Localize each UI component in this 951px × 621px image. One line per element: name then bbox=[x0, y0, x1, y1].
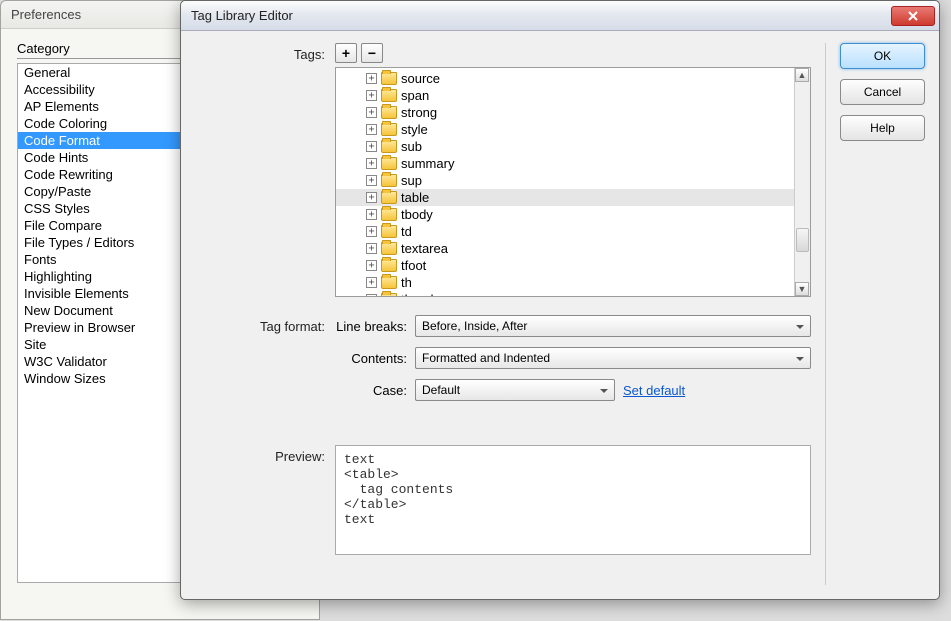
scroll-up-arrow-icon[interactable]: ▲ bbox=[795, 68, 809, 82]
tag-tree-node[interactable]: + style bbox=[336, 121, 794, 138]
folder-icon bbox=[381, 72, 397, 85]
tag-tree-label: th bbox=[401, 275, 412, 290]
expand-icon[interactable]: + bbox=[366, 192, 377, 203]
tag-tree-node[interactable]: + td bbox=[336, 223, 794, 240]
expand-icon[interactable]: + bbox=[366, 260, 377, 271]
tag-tree-label: strong bbox=[401, 105, 437, 120]
tag-tree-label: span bbox=[401, 88, 429, 103]
folder-icon bbox=[381, 242, 397, 255]
tags-label: Tags: bbox=[195, 43, 335, 297]
tag-tree-inner: + source + span + strong + style + sub + summary + su… bbox=[336, 68, 794, 296]
tag-tree-label: tbody bbox=[401, 207, 433, 222]
set-default-link[interactable]: Set default bbox=[623, 383, 685, 398]
tag-tree-scrollbar[interactable]: ▲ ▼ bbox=[794, 68, 810, 296]
tag-tree-node[interactable]: + textarea bbox=[336, 240, 794, 257]
folder-icon bbox=[381, 174, 397, 187]
tag-tree-node[interactable]: + sub bbox=[336, 138, 794, 155]
tags-row: Tags: + − +source+span+strong+style+sub+… bbox=[195, 43, 811, 297]
tag-tree-label: tfoot bbox=[401, 258, 426, 273]
case-row: Case: Default Set default bbox=[335, 379, 811, 401]
tag-tree-label: thead bbox=[401, 292, 434, 296]
dialog-titlebar[interactable]: Tag Library Editor bbox=[181, 1, 939, 31]
expand-icon[interactable]: + bbox=[366, 294, 377, 296]
folder-icon bbox=[381, 191, 397, 204]
expand-icon[interactable]: + bbox=[366, 158, 377, 169]
expand-icon[interactable]: + bbox=[366, 209, 377, 220]
folder-icon bbox=[381, 106, 397, 119]
tag-tree-node[interactable]: + span bbox=[336, 87, 794, 104]
tag-format-body: Line breaks: Before, Inside, After Conte… bbox=[335, 315, 811, 411]
folder-icon bbox=[381, 225, 397, 238]
tag-format-row: Tag format: Line breaks: Before, Inside,… bbox=[195, 315, 811, 411]
preview-body: text <table> tag contents </table> text bbox=[335, 445, 811, 555]
expand-icon[interactable]: + bbox=[366, 141, 377, 152]
folder-icon bbox=[381, 293, 397, 296]
expand-icon[interactable]: + bbox=[366, 226, 377, 237]
tag-tree-label: textarea bbox=[401, 241, 448, 256]
close-button[interactable] bbox=[891, 6, 935, 26]
tag-tree-node[interactable]: + source bbox=[336, 70, 794, 87]
line-breaks-select[interactable]: Before, Inside, After bbox=[415, 315, 811, 337]
expand-icon[interactable]: + bbox=[366, 124, 377, 135]
contents-row: Contents: Formatted and Indented bbox=[335, 347, 811, 369]
help-button[interactable]: Help bbox=[840, 115, 925, 141]
contents-select[interactable]: Formatted and Indented bbox=[415, 347, 811, 369]
expand-icon[interactable]: + bbox=[366, 243, 377, 254]
expand-icon[interactable]: + bbox=[366, 90, 377, 101]
expand-icon[interactable]: + bbox=[366, 175, 377, 186]
case-label: Case: bbox=[335, 383, 415, 398]
tag-library-editor-dialog: Tag Library Editor Tags: + − + source + spa… bbox=[180, 0, 940, 600]
tag-tree-node[interactable]: + th bbox=[336, 274, 794, 291]
tag-tree-node[interactable]: + table bbox=[336, 189, 794, 206]
tag-tree-node[interactable]: + tbody bbox=[336, 206, 794, 223]
case-select[interactable]: Default bbox=[415, 379, 615, 401]
dialog-buttons: OK Cancel Help bbox=[825, 43, 925, 585]
remove-tag-button[interactable]: − bbox=[361, 43, 383, 63]
close-icon bbox=[908, 11, 918, 21]
tag-tree-node[interactable]: + strong bbox=[336, 104, 794, 121]
ok-button[interactable]: OK bbox=[840, 43, 925, 69]
tag-tree-label: sup bbox=[401, 173, 422, 188]
tag-tree-node[interactable]: + thead bbox=[336, 291, 794, 296]
form-column: Tags: + − +source+span+strong+style+sub+… bbox=[195, 43, 811, 585]
scroll-down-arrow-icon[interactable]: ▼ bbox=[795, 282, 809, 296]
tags-body: + − + source + span + strong + style + sub + summar… bbox=[335, 43, 811, 297]
folder-icon bbox=[381, 157, 397, 170]
tag-add-remove-buttons: + − bbox=[335, 43, 811, 63]
folder-icon bbox=[381, 140, 397, 153]
tag-tree[interactable]: + source + span + strong + style + sub + summary + su… bbox=[335, 67, 811, 297]
folder-icon bbox=[381, 208, 397, 221]
tag-tree-node[interactable]: + sup bbox=[336, 172, 794, 189]
expand-icon[interactable]: + bbox=[366, 107, 377, 118]
dialog-body: Tags: + − +source+span+strong+style+sub+… bbox=[181, 31, 939, 599]
folder-icon bbox=[381, 123, 397, 136]
preview-box: text <table> tag contents </table> text bbox=[335, 445, 811, 555]
tag-tree-label: style bbox=[401, 122, 428, 137]
preview-row: Preview: text <table> tag contents </tab… bbox=[195, 445, 811, 555]
tag-tree-node[interactable]: + summary bbox=[336, 155, 794, 172]
expand-icon[interactable]: + bbox=[366, 73, 377, 84]
tag-tree-label: source bbox=[401, 71, 440, 86]
tag-tree-label: td bbox=[401, 224, 412, 239]
tag-tree-label: sub bbox=[401, 139, 422, 154]
tag-tree-label: table bbox=[401, 190, 429, 205]
expand-icon[interactable]: + bbox=[366, 277, 377, 288]
folder-icon bbox=[381, 276, 397, 289]
tag-tree-node[interactable]: + tfoot bbox=[336, 257, 794, 274]
contents-label: Contents: bbox=[335, 351, 415, 366]
cancel-button[interactable]: Cancel bbox=[840, 79, 925, 105]
line-breaks-label: Line breaks: bbox=[335, 319, 415, 334]
dialog-title: Tag Library Editor bbox=[191, 8, 891, 23]
add-tag-button[interactable]: + bbox=[335, 43, 357, 63]
folder-icon bbox=[381, 259, 397, 272]
tag-tree-label: summary bbox=[401, 156, 454, 171]
preview-label: Preview: bbox=[195, 445, 335, 555]
tag-format-label: Tag format: bbox=[195, 315, 335, 411]
folder-icon bbox=[381, 89, 397, 102]
line-breaks-row: Line breaks: Before, Inside, After bbox=[335, 315, 811, 337]
scroll-thumb[interactable] bbox=[796, 228, 809, 252]
